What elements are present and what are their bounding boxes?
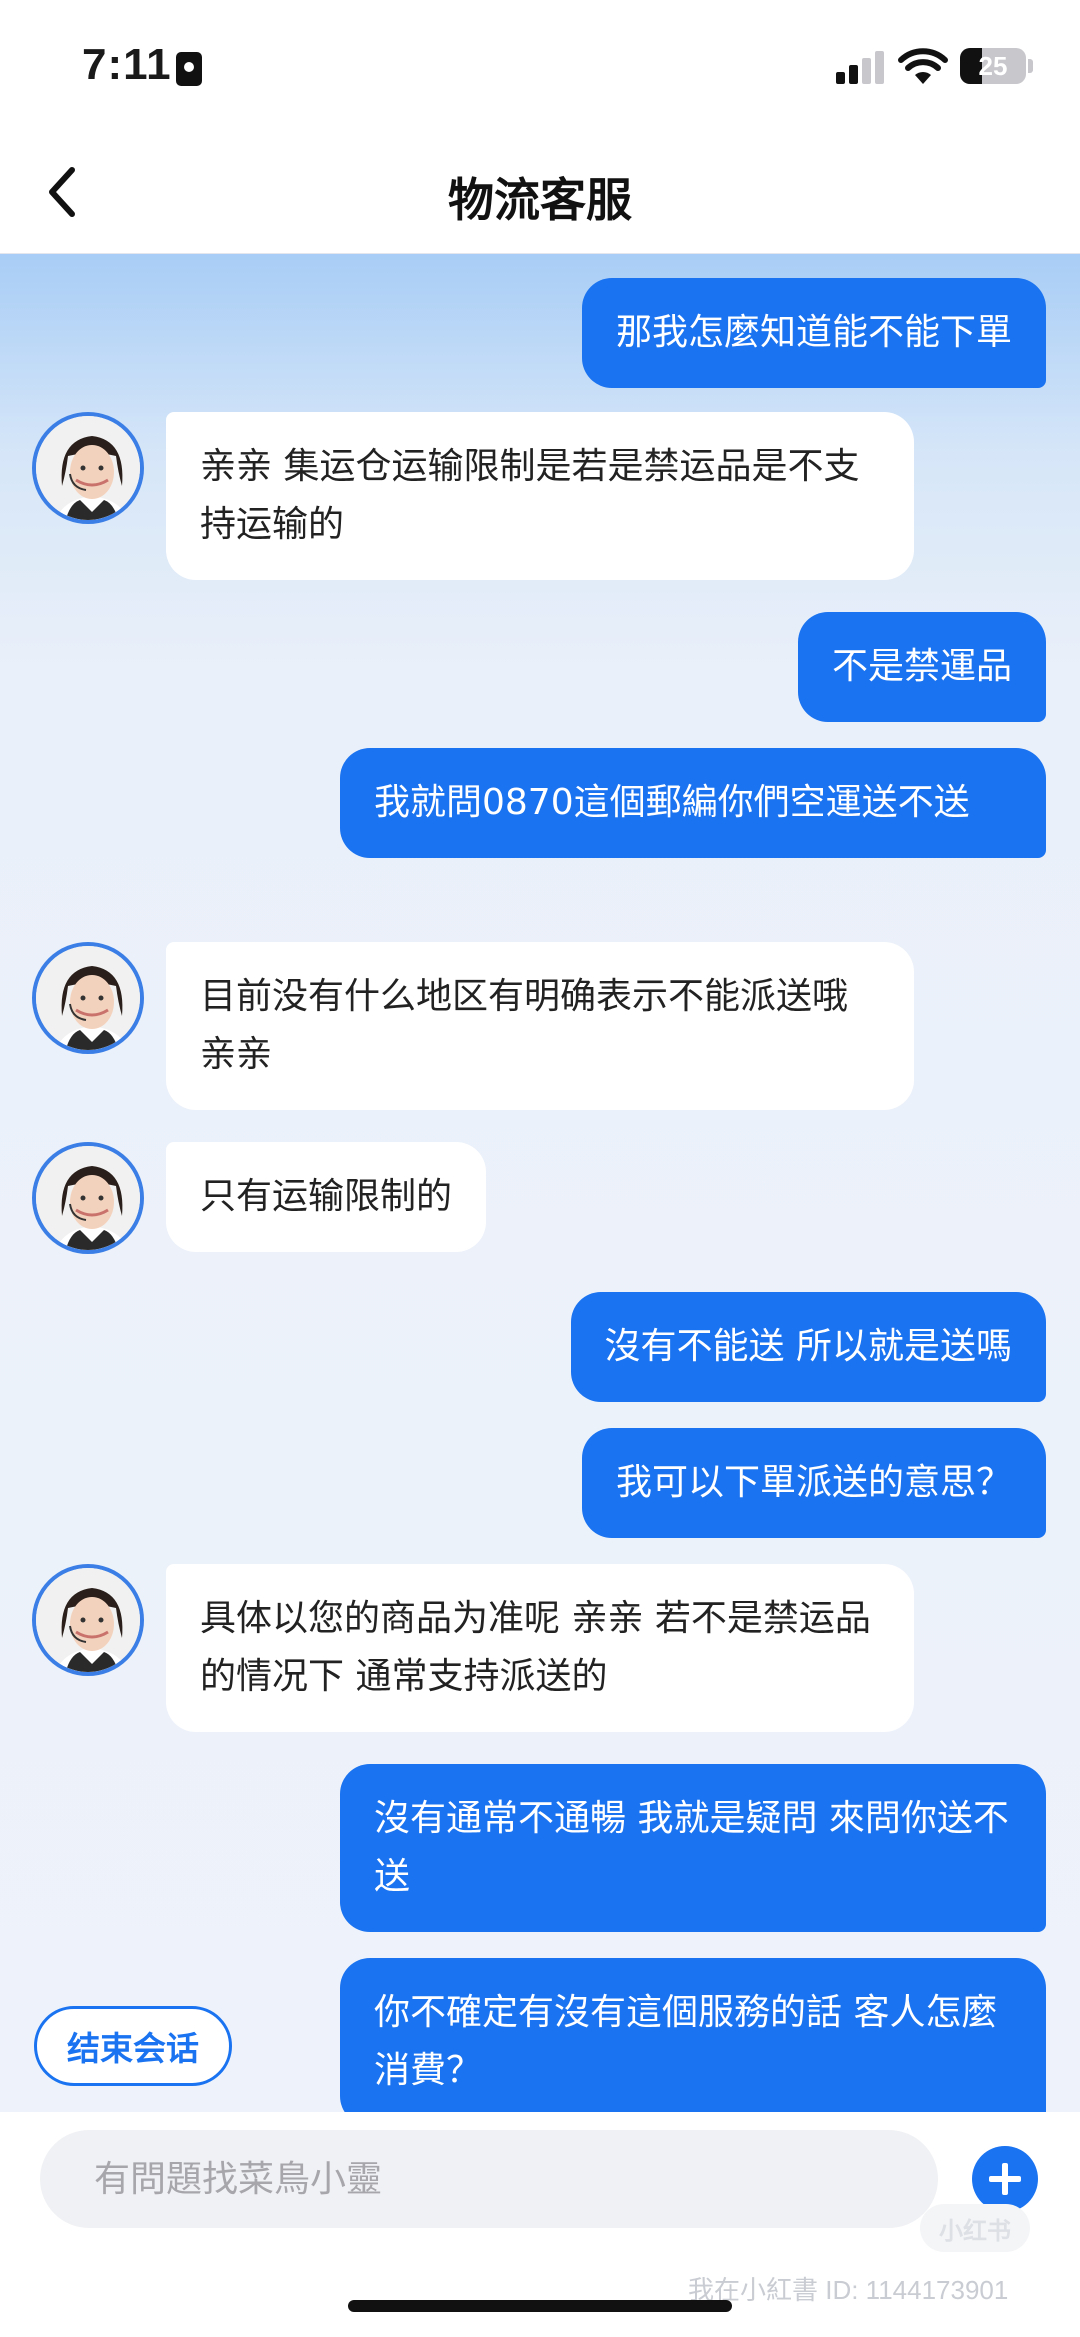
page-title: 物流客服 (448, 173, 632, 227)
agent-avatar-icon[interactable] (32, 1142, 144, 1254)
message-bubble-out: 我可以下單派送的意思？ (581, 1428, 1046, 1538)
message-bubble-out: 沒有通常不通暢 我就是疑問 來問你送不送 (340, 1764, 1046, 1932)
battery-level: 25 (978, 50, 1008, 81)
status-bar: 7:11 25 (0, 0, 1080, 130)
message-input[interactable] (40, 2130, 938, 2228)
message-bubble-out: 不是禁運品 (797, 612, 1046, 722)
message-bubble-out: 你不確定有沒有這個服務的話 客人怎麼消費？ (340, 1958, 1046, 2112)
plus-icon[interactable] (972, 2146, 1038, 2212)
message-bubble-out: 沒有不能送 所以就是送嗎 (570, 1292, 1046, 1402)
message-bubble-in: 具体以您的商品为准呢 亲亲 若不是禁运品的情况下 通常支持派送的 (166, 1564, 914, 1732)
message-bubble-out: 我就問0870這個郵編你們空運送不送 (340, 748, 1046, 858)
home-indicator (348, 2300, 732, 2312)
nav-bar: 物流客服 (0, 130, 1080, 254)
battery-icon: 25 (960, 48, 1026, 84)
agent-avatar-icon[interactable] (32, 412, 144, 524)
status-time: 7:11 (82, 40, 172, 89)
message-bubble-in: 目前没有什么地区有明确表示不能派送哦 亲亲 (166, 942, 914, 1110)
message-bubble-in: 只有运输限制的 (166, 1142, 487, 1252)
chat-history[interactable]: 那我怎麼知道能不能下單 亲亲 集运仓运输限制是若是禁运品是不支持运输的 不是禁運… (0, 254, 1080, 2112)
signal-icon (836, 50, 886, 84)
agent-avatar-icon[interactable] (32, 942, 144, 1054)
contact-card-icon (176, 52, 202, 86)
watermark-text: 我在小紅書 ID: 1144173901 (688, 2275, 1009, 2305)
message-bubble-in: 亲亲 集运仓运输限制是若是禁运品是不支持运输的 (166, 412, 914, 580)
message-bubble-out: 那我怎麼知道能不能下單 (581, 278, 1046, 388)
agent-avatar-icon[interactable] (32, 1564, 144, 1676)
input-bar: 小红书 我在小紅書 ID: 1144173901 (0, 2112, 1080, 2337)
battery-cap (1028, 59, 1033, 73)
watermark-logo: 小红书 (920, 2204, 1030, 2252)
end-session-button[interactable]: 结束会话 (34, 2006, 232, 2086)
wifi-icon (898, 48, 948, 84)
